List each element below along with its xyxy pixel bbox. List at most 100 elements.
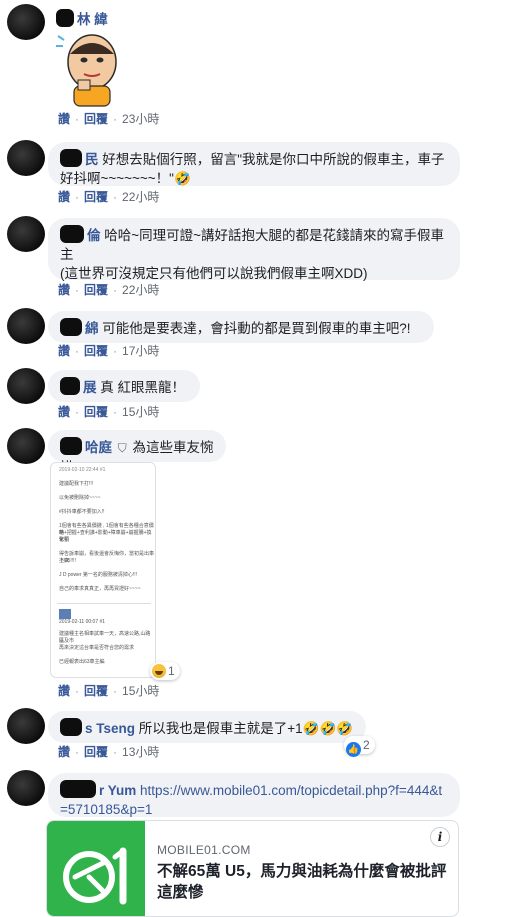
separator: · bbox=[113, 684, 118, 698]
redaction-mark bbox=[60, 780, 96, 798]
comment-author-name[interactable]: 倫 bbox=[60, 225, 101, 243]
timestamp[interactable]: 22小時 bbox=[122, 190, 159, 204]
comment-bubble: 民 好想去貼個行照，留言"我就是你口中所說的假車主，車子好抖啊~~~~~~~！"… bbox=[48, 142, 460, 186]
comment-bubble: r Yum https://www.mobile01.com/topicdeta… bbox=[48, 773, 460, 817]
comment-bubble: 哈庭 ⛉ 為這些車友惋惜 bbox=[48, 430, 226, 475]
screenshot-line: #抖抖車都不要加入!! bbox=[59, 509, 105, 515]
author-name-text: 展 bbox=[83, 380, 97, 395]
separator: · bbox=[75, 283, 80, 297]
redaction-mark bbox=[60, 718, 82, 736]
haha-reaction-icon bbox=[152, 664, 166, 678]
avatar[interactable] bbox=[7, 770, 45, 806]
screenshot-footer-line: 2019-02-11 00:07 #1 bbox=[59, 619, 106, 625]
link-preview-card[interactable]: MOBILE01.COM 不解65萬 U5，馬力與油耗為什麼會被批評這麼慘 i bbox=[46, 820, 459, 917]
timestamp[interactable]: 23小時 bbox=[122, 112, 159, 126]
separator: · bbox=[75, 112, 80, 126]
screenshot-footer-line: 建議種主名相車試車一天，高速公路,山路以及市 bbox=[59, 631, 151, 644]
screenshot-footer-line: 再來決定這台車是否符合您的需求 bbox=[59, 645, 135, 651]
separator: · bbox=[113, 190, 118, 204]
comment-author-name[interactable]: 哈庭 bbox=[60, 437, 112, 455]
comment-text: 所以我也是假車主就是了+1🤣🤣🤣 bbox=[138, 721, 354, 736]
like-link[interactable]: 讚 bbox=[58, 112, 70, 126]
reply-link[interactable]: 回覆 bbox=[84, 405, 108, 419]
like-link[interactable]: 讚 bbox=[58, 405, 70, 419]
separator: · bbox=[75, 344, 80, 358]
redaction-mark bbox=[60, 437, 82, 455]
comment-actions: 讚 · 回覆 · 23小時 bbox=[58, 111, 159, 127]
like-reaction-icon: 👍 bbox=[346, 742, 361, 757]
avatar[interactable] bbox=[7, 4, 45, 40]
comment-text: 可能他是要表達，會抖動的都是買到假車的車主吧?! bbox=[102, 321, 411, 336]
screenshot-line: 上U5!!!! bbox=[59, 558, 76, 564]
redaction-mark bbox=[56, 9, 74, 27]
comment-author-name[interactable]: 林 緯 bbox=[56, 8, 108, 28]
separator: · bbox=[75, 745, 80, 759]
screenshot-line: 擎類 bbox=[59, 537, 70, 543]
comment-author-name[interactable]: r Yum bbox=[60, 780, 137, 798]
like-link[interactable]: 讚 bbox=[58, 684, 70, 698]
comment-text: 好想去貼個行照，留言"我就是你口中所說的假車主，車子好抖啊~~~~~~~！"🤣 bbox=[60, 152, 445, 186]
author-name-text: 林 緯 bbox=[77, 12, 108, 27]
comment-author-name[interactable]: 民 bbox=[60, 149, 99, 167]
comment-actions: 讚 · 回覆 · 15小時 bbox=[58, 404, 159, 420]
comment-author-name[interactable]: 展 bbox=[60, 377, 97, 395]
reaction-summary[interactable]: 1 bbox=[150, 662, 180, 680]
avatar[interactable] bbox=[7, 368, 45, 404]
screenshot-header: 2019-02-10 22:44 #1 bbox=[59, 467, 106, 473]
comment-bubble: 綿 可能他是要表達，會抖動的都是買到假車的車主吧?! bbox=[48, 311, 434, 343]
author-name-text: 哈庭 bbox=[85, 440, 112, 455]
reply-link[interactable]: 回覆 bbox=[84, 283, 108, 297]
reply-link[interactable]: 回覆 bbox=[84, 112, 108, 126]
like-link[interactable]: 讚 bbox=[58, 283, 70, 297]
reply-link[interactable]: 回覆 bbox=[84, 684, 108, 698]
screenshot-line: 建議配我下打!!! bbox=[59, 481, 94, 487]
timestamp[interactable]: 15小時 bbox=[122, 684, 159, 698]
info-icon[interactable]: i bbox=[430, 827, 450, 847]
separator: · bbox=[113, 745, 118, 759]
timestamp[interactable]: 15小時 bbox=[122, 405, 159, 419]
separator: · bbox=[113, 112, 118, 126]
comment-text: 真 紅眼黑龍！ bbox=[100, 380, 186, 395]
avatar[interactable] bbox=[7, 216, 45, 252]
reply-link[interactable]: 回覆 bbox=[84, 344, 108, 358]
reply-link[interactable]: 回覆 bbox=[84, 745, 108, 759]
mobile01-logo-icon bbox=[47, 821, 145, 916]
preview-title: 不解65萬 U5，馬力與油耗為什麼會被批評這麼慘 bbox=[157, 863, 447, 901]
comment-author-name[interactable]: s Tseng bbox=[60, 718, 135, 736]
screenshot-line: 以免被刪除掉~~~~ bbox=[59, 495, 101, 501]
comment-actions: 讚 · 回覆 · 22小時 bbox=[58, 282, 159, 298]
like-link[interactable]: 讚 bbox=[58, 190, 70, 204]
separator: · bbox=[75, 684, 80, 698]
comment-actions: 讚 · 回覆 · 22小時 bbox=[58, 189, 159, 205]
comment-actions: 讚 · 回覆 · 13小時 bbox=[58, 744, 159, 760]
avatar[interactable] bbox=[7, 140, 45, 176]
timestamp[interactable]: 13小時 bbox=[122, 745, 159, 759]
reaction-count: 1 bbox=[168, 664, 175, 678]
screenshot-footer-line: 區 bbox=[59, 638, 65, 644]
comment-author-name[interactable]: 綿 bbox=[60, 318, 99, 336]
avatar[interactable] bbox=[7, 308, 45, 344]
avatar[interactable] bbox=[7, 708, 45, 744]
like-link[interactable]: 讚 bbox=[58, 745, 70, 759]
screenshot-line: J D power 第一名的服務被清掉心!!! bbox=[59, 572, 138, 578]
reply-link[interactable]: 回覆 bbox=[84, 190, 108, 204]
screenshot-footer-line: 已經報表出63車主編 bbox=[59, 659, 105, 665]
screenshot-line: 時+把握+查利誰+影動+障車崩+崩握腸+換化引 bbox=[59, 530, 152, 543]
comment-text: 哈哈~同理可證~講好話抱大腿的都是花錢請來的寫手假車主 bbox=[60, 228, 445, 262]
separator: · bbox=[113, 283, 118, 297]
timestamp[interactable]: 17小時 bbox=[122, 344, 159, 358]
comment-bubble: 倫 哈哈~同理可證~講好話抱大腿的都是花錢請來的寫手假車主 (這世界可沒規定只有… bbox=[48, 218, 460, 281]
shield-icon: ⛉ bbox=[117, 441, 127, 455]
redaction-mark bbox=[60, 225, 84, 243]
avatar[interactable] bbox=[7, 428, 45, 464]
screenshot-divider bbox=[57, 603, 151, 604]
attached-screenshot-image[interactable]: 2019-02-10 22:44 #1 建議配我下打!!! 以免被刪除掉~~~~… bbox=[50, 462, 156, 678]
reaction-summary[interactable]: 👍 2 bbox=[344, 736, 375, 757]
author-name-text: r Yum bbox=[99, 783, 137, 798]
like-link[interactable]: 讚 bbox=[58, 344, 70, 358]
comment-text-line-2: (這世界可沒規定只有他們可以說我們假車主啊XDD) bbox=[60, 266, 368, 281]
separator: · bbox=[75, 190, 80, 204]
reaction-count: 2 bbox=[363, 738, 370, 752]
timestamp[interactable]: 22小時 bbox=[122, 283, 159, 297]
sticker-image bbox=[54, 28, 126, 108]
